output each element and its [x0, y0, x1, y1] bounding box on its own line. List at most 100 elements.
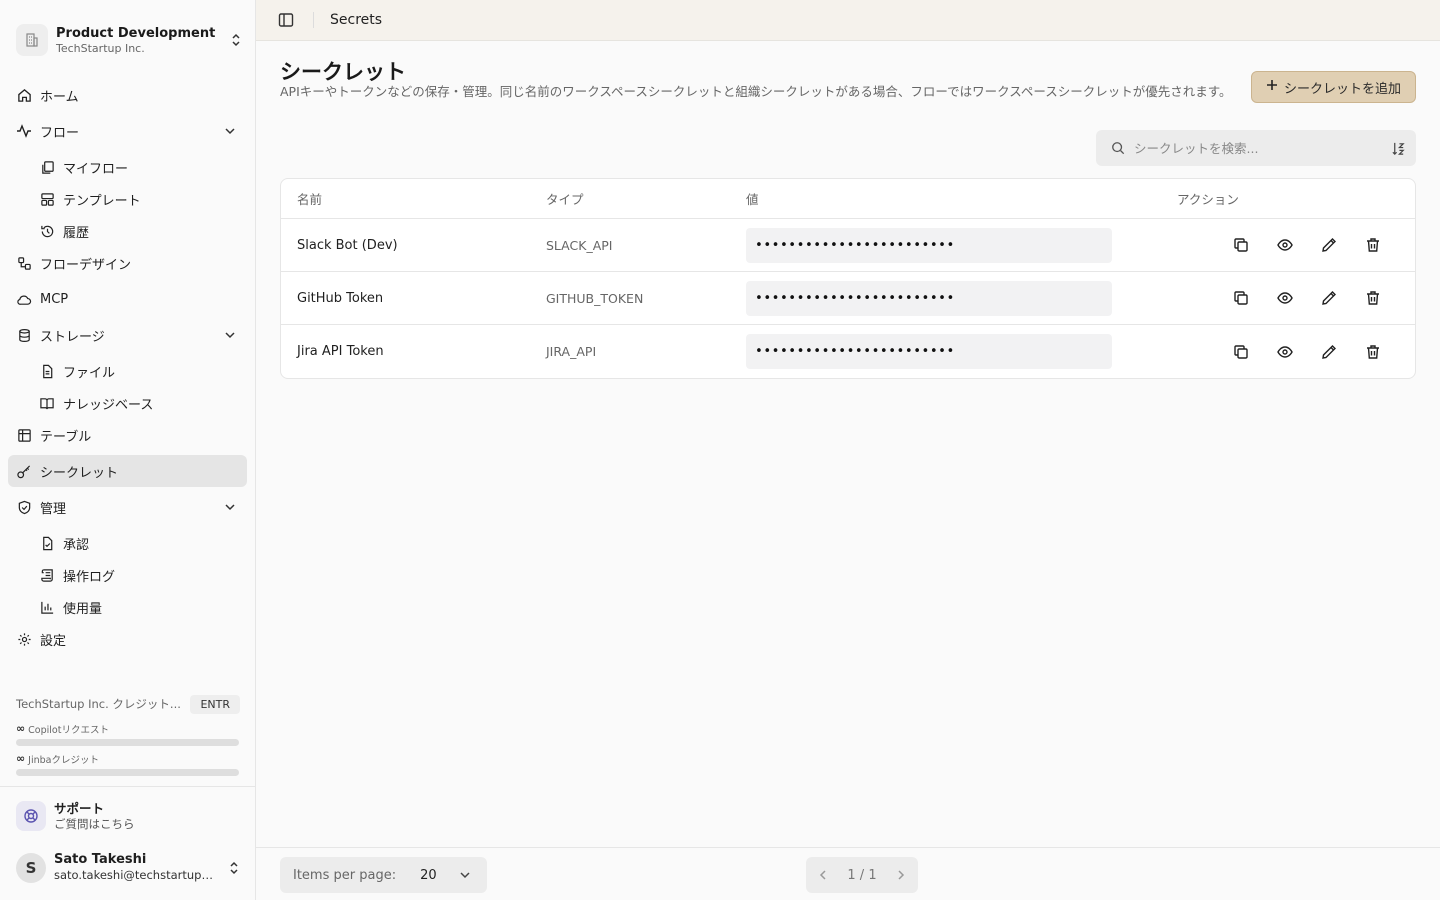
column-header-value: 値	[746, 192, 759, 207]
chevron-down-icon	[222, 123, 238, 139]
sidebar-item-home[interactable]: ホーム	[8, 79, 247, 111]
scroll-text-icon	[39, 567, 55, 583]
sidebar-item-label: 履歴	[63, 225, 90, 241]
pencil-icon[interactable]	[1307, 283, 1351, 313]
sidebar-item-label: テンプレート	[63, 193, 141, 209]
files-icon	[39, 159, 55, 175]
sidebar-divider	[0, 786, 255, 787]
sidebar-item-secrets[interactable]: シークレット	[8, 455, 247, 487]
chevrons-up-down-icon	[226, 860, 242, 876]
add-secret-button[interactable]: シークレットを追加	[1251, 71, 1416, 103]
copy-icon[interactable]	[1219, 283, 1263, 313]
secret-type: SLACK_API	[546, 237, 613, 253]
sidebar-item-history[interactable]: 履歴	[8, 215, 247, 247]
sidebar-item-flow-design[interactable]: フローデザイン	[8, 247, 247, 279]
breadcrumb: Secrets	[330, 12, 383, 28]
sidebar-item-label: フローデザイン	[40, 257, 132, 273]
sidebar-item-label: ファイル	[63, 365, 116, 381]
credits-panel: TechStartup Inc. クレジット... ENTR ∞ Copilotリ…	[16, 692, 240, 776]
items-per-page-select[interactable]: Items per page: 20	[280, 857, 487, 893]
sidebar-item-tables[interactable]: テーブル	[8, 419, 247, 451]
sidebar-item-files[interactable]: ファイル	[8, 355, 247, 387]
sidebar-item-approvals[interactable]: 承認	[8, 527, 247, 559]
file-check-icon	[39, 535, 55, 551]
sidebar-item-label: 操作ログ	[63, 569, 116, 585]
layout-template-icon	[39, 191, 55, 207]
pencil-icon[interactable]	[1307, 230, 1351, 260]
sidebar-item-label: テーブル	[40, 429, 92, 445]
bar-chart-icon	[39, 599, 55, 615]
secret-name: Jira API Token	[297, 344, 384, 359]
search-input[interactable]	[1134, 140, 1390, 156]
sidebar-item-my-flow[interactable]: マイフロー	[8, 151, 247, 183]
support-link[interactable]: サポート ご質問はこちら	[16, 800, 135, 832]
book-open-icon	[39, 395, 55, 411]
add-secret-label: シークレットを追加	[1283, 81, 1401, 97]
column-header-type: タイプ	[546, 192, 584, 207]
org-name: Product Development	[56, 25, 216, 41]
sidebar-item-knowledge[interactable]: ナレッジベース	[8, 387, 247, 419]
support-title: サポート	[54, 800, 105, 816]
eye-icon[interactable]	[1263, 230, 1307, 260]
avatar: S	[16, 852, 46, 883]
secret-type: GITHUB_TOKEN	[546, 290, 644, 306]
trash-icon[interactable]	[1351, 337, 1395, 367]
copy-icon[interactable]	[1219, 230, 1263, 260]
shield-check-icon	[16, 499, 32, 515]
items-per-page-value: 20	[420, 867, 437, 883]
jinba-credit-label: Jinbaクレジット	[28, 754, 99, 766]
sidebar-item-audit-log[interactable]: 操作ログ	[8, 559, 247, 591]
org-switcher[interactable]: Product Development TechStartup Inc.	[16, 22, 244, 58]
trash-icon[interactable]	[1351, 230, 1395, 260]
chevron-down-icon	[457, 867, 473, 883]
topbar: Secrets	[256, 0, 1440, 41]
key-icon	[16, 463, 32, 479]
sidebar-item-templates[interactable]: テンプレート	[8, 183, 247, 215]
sidebar-item-label: MCP	[40, 291, 69, 307]
search-icon	[1110, 140, 1126, 156]
eye-icon[interactable]	[1263, 283, 1307, 313]
pager: 1 / 1	[806, 857, 918, 893]
sort-az-icon[interactable]	[1390, 140, 1406, 156]
pagination-footer: Items per page: 20 1 / 1	[256, 847, 1440, 900]
gear-icon	[16, 631, 32, 647]
support-subtitle: ご質問はこちら	[54, 816, 135, 831]
sidebar-item-label: 使用量	[63, 601, 103, 617]
plan-badge: ENTR	[190, 694, 240, 714]
page-description: APIキーやトークンなどの保存・管理。同じ名前のワークスペースシークレットと組織…	[280, 84, 1232, 99]
life-buoy-icon	[16, 801, 46, 831]
home-icon	[16, 87, 32, 103]
cloud-icon	[16, 291, 32, 307]
chevron-right-icon[interactable]	[894, 868, 908, 882]
database-icon	[16, 327, 32, 343]
history-icon	[39, 223, 55, 239]
copy-icon[interactable]	[1219, 337, 1263, 367]
sidebar: Product Development TechStartup Inc. ホーム…	[0, 0, 256, 900]
column-header-actions: アクション	[1177, 192, 1239, 207]
sidebar-item-label: マイフロー	[63, 161, 129, 177]
sidebar-item-label: 管理	[40, 501, 67, 517]
eye-icon[interactable]	[1263, 337, 1307, 367]
sidebar-item-label: ストレージ	[40, 329, 105, 345]
column-header-name: 名前	[297, 192, 323, 207]
sidebar-item-label: フロー	[40, 125, 80, 141]
user-menu[interactable]: S Sato Takeshi sato.takeshi@techstartup.…	[16, 852, 242, 883]
trash-icon[interactable]	[1351, 283, 1395, 313]
user-email: sato.takeshi@techstartup.com	[54, 868, 214, 882]
chevron-left-icon[interactable]	[816, 868, 830, 882]
sidebar-item-usage[interactable]: 使用量	[8, 591, 247, 623]
sidebar-item-settings[interactable]: 設定	[8, 623, 247, 655]
secrets-table: 名前 タイプ 値 アクション Slack Bot (Dev) SLACK_API…	[280, 178, 1416, 379]
sidebar-item-label: シークレット	[40, 465, 119, 481]
sidebar-item-label: ナレッジベース	[63, 397, 154, 413]
search-box	[1096, 130, 1416, 166]
pencil-icon[interactable]	[1307, 337, 1351, 367]
sidebar-item-mcp[interactable]: MCP	[8, 283, 247, 315]
sidebar-toggle-icon[interactable]	[278, 12, 294, 28]
sidebar-item-storage[interactable]: ストレージ	[8, 319, 247, 351]
sidebar-item-flow[interactable]: フロー	[8, 115, 247, 147]
secret-value: ••••••••••••••••••••••••	[746, 227, 1112, 263]
sidebar-item-admin[interactable]: 管理	[8, 491, 247, 523]
secret-name: Slack Bot (Dev)	[297, 237, 398, 253]
table-row: GitHub Token GITHUB_TOKEN ••••••••••••••…	[281, 272, 1415, 325]
